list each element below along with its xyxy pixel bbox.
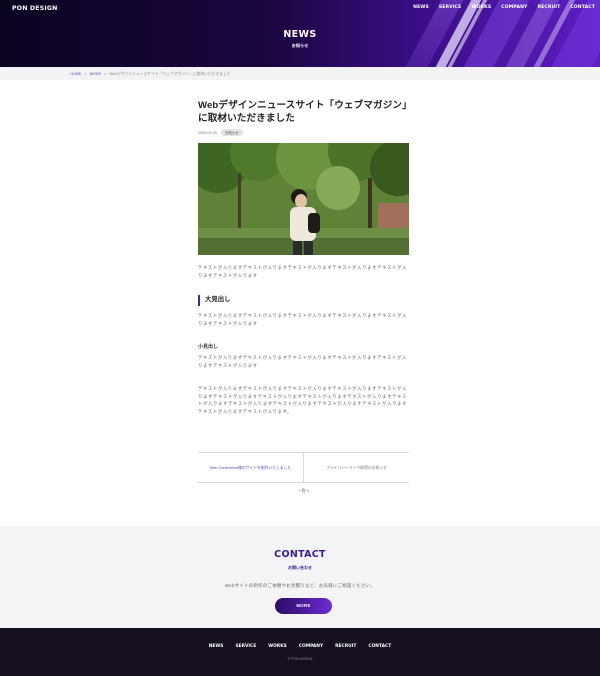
article-heading-small: 小見出し	[198, 344, 219, 350]
breadcrumb-separator: >	[84, 72, 87, 76]
global-nav: NEWS SERVICE WORKS COMPANY RECRUIT CONTA…	[403, 5, 595, 10]
article-paragraph: テキストが入りますテキストが入りますテキストが入りますテキストが入りますテキスト…	[198, 386, 408, 414]
nav-works[interactable]: WORKS	[471, 5, 491, 10]
prev-post-link[interactable]: Web Conference様のサイトを制作いたしました	[198, 453, 303, 482]
article-title: Webデザインニュースサイト「ウェブマガジン」に取材いただきました	[198, 100, 407, 124]
contact-description: Webサイトの制作のご依頼やお見積りなど、お気軽にご相談ください。	[224, 583, 376, 588]
nav-service[interactable]: SERVICE	[439, 5, 461, 10]
footer-nav-works[interactable]: WORKS	[268, 644, 287, 649]
more-button[interactable]: MORE	[275, 598, 332, 614]
footer-nav-service[interactable]: SERVICE	[235, 644, 256, 649]
nav-company[interactable]: COMPANY	[501, 5, 527, 10]
article-paragraph: テキストが入りますテキストが入りますテキストが入りますテキストが入りますテキスト…	[198, 313, 407, 326]
nav-news[interactable]: NEWS	[413, 5, 429, 10]
breadcrumb-separator: >	[104, 72, 107, 76]
breadcrumb-current: Webデザインニュースサイト「ウェブマガジン」に取材いただきました	[109, 72, 231, 76]
copyright: © PON DESIGN	[287, 657, 313, 661]
article-heading-large: 大見出し	[198, 295, 409, 306]
article-meta: 2000.00.00 お知らせ	[198, 129, 409, 136]
breadcrumb-home[interactable]: HOME	[70, 72, 81, 77]
article-paragraph: テキストが入りますテキストが入りますテキストが入りますテキストが入りますテキスト…	[198, 355, 407, 368]
footer-nav-recruit[interactable]: RECRUIT	[335, 644, 356, 649]
breadcrumb-bar: HOME > NEWS > Webデザインニュースサイト「ウェブマガジン」に取材…	[0, 67, 600, 80]
back-to-list-link[interactable]: 一覧へ	[198, 489, 409, 494]
article-photo	[198, 143, 409, 255]
contact-title: CONTACT	[274, 549, 326, 560]
footer-nav-contact[interactable]: CONTACT	[368, 644, 391, 649]
category-badge[interactable]: お知らせ	[221, 129, 243, 136]
footer-nav-company[interactable]: COMPANY	[299, 644, 323, 649]
article-paragraph: テキストが入りますテキストが入りますテキストが入りますテキストが入りますテキスト…	[198, 265, 407, 278]
contact-section: CONTACT お問い合わせ Webサイトの制作のご依頼やお見積りなど、お気軽に…	[0, 526, 600, 628]
footer-nav: NEWS SERVICE WORKS COMPANY RECRUIT CONTA…	[0, 644, 600, 649]
site-footer: NEWS SERVICE WORKS COMPANY RECRUIT CONTA…	[0, 628, 600, 676]
nav-contact[interactable]: CONTACT	[570, 5, 595, 10]
nav-recruit[interactable]: RECRUIT	[537, 5, 560, 10]
post-pager: Web Conference様のサイトを制作いたしました プライバシーマーク取得…	[198, 452, 409, 483]
breadcrumb: HOME > NEWS > Webデザインニュースサイト「ウェブマガジン」に取材…	[70, 72, 231, 77]
next-post-link[interactable]: プライバシーマーク取得のお知らせ	[303, 453, 409, 482]
page-header: PON DESIGN NEWS SERVICE WORKS COMPANY RE…	[0, 0, 600, 67]
article-date: 2000.00.00	[198, 130, 218, 135]
page-subtitle: お知らせ	[291, 43, 309, 48]
contact-subtitle: お問い合わせ	[288, 565, 312, 570]
article-header: Webデザインニュースサイト「ウェブマガジン」に取材いただきました 2000.0…	[198, 99, 409, 136]
footer-nav-news[interactable]: NEWS	[209, 644, 224, 649]
breadcrumb-news[interactable]: NEWS	[90, 72, 101, 77]
photo-illustration	[198, 143, 409, 255]
site-logo[interactable]: PON DESIGN	[12, 5, 58, 12]
page-title: NEWS	[283, 29, 317, 40]
